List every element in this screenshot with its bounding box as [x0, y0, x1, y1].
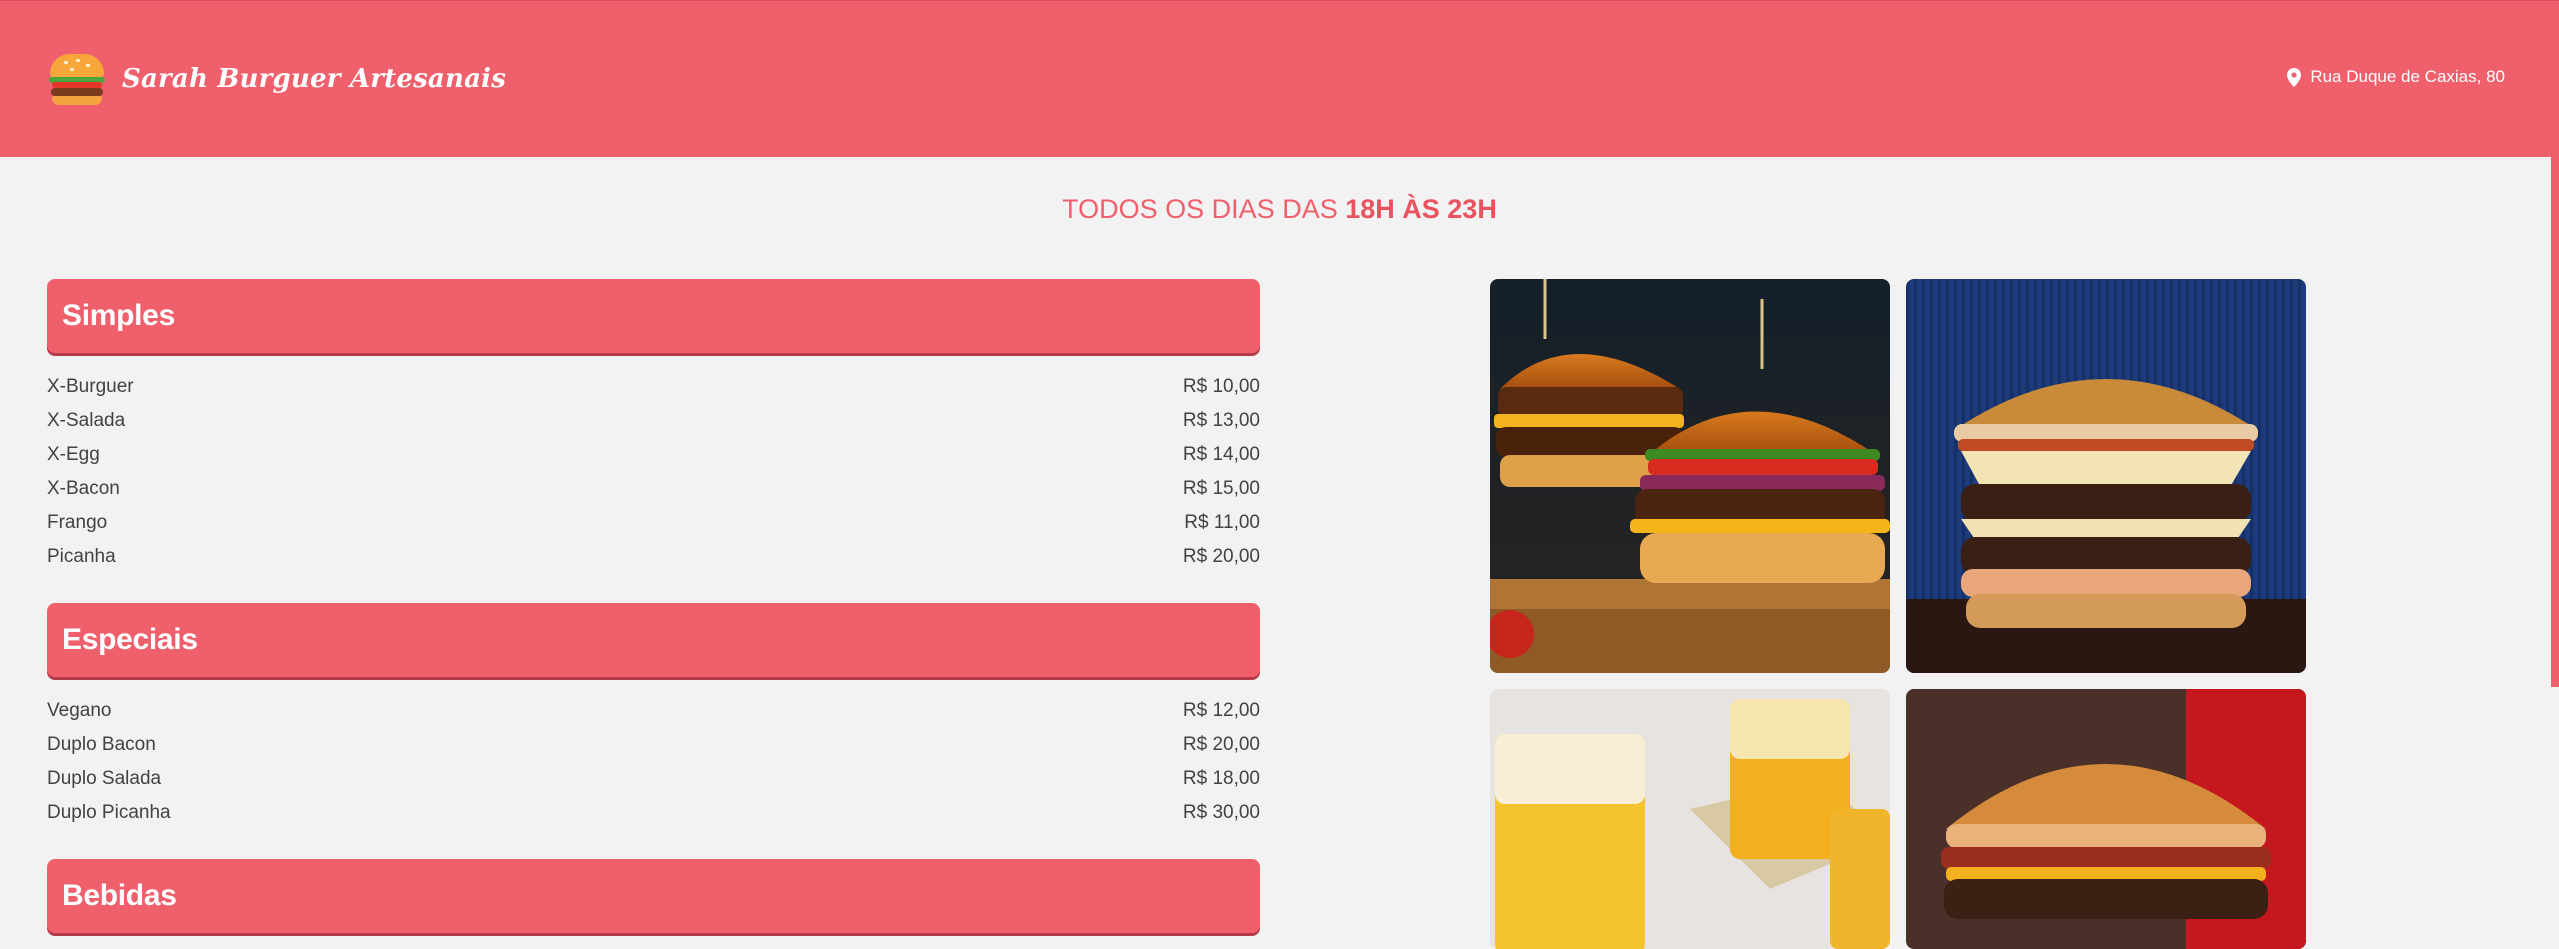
item-name: Vegano [47, 700, 112, 721]
map-pin-icon [2287, 67, 2302, 87]
burger-logo-icon [46, 51, 108, 107]
address-text: Rua Duque de Caxias, 80 [2310, 67, 2505, 86]
item-price: R$ 14,00 [1182, 444, 1260, 465]
photo-bacon-burger[interactable] [1906, 689, 2306, 949]
item-name: X-Salada [47, 410, 126, 431]
hours-prefix: TODOS OS DIAS DAS [1062, 194, 1338, 224]
item-price: R$ 20,00 [1182, 546, 1260, 567]
item-price: R$ 13,00 [1182, 410, 1260, 431]
menu-item: X-Salada R$ 13,00 [47, 404, 1260, 438]
category-title: Simples [62, 299, 175, 332]
brand-block[interactable]: Sarah Burguer Artesanais [46, 51, 506, 107]
item-price: R$ 20,00 [1182, 734, 1260, 755]
photo-double-cheeseburger[interactable] [1906, 279, 2306, 673]
item-name: Duplo Salada [47, 768, 162, 789]
item-name: X-Bacon [47, 478, 120, 499]
item-name: Duplo Picanha [47, 802, 171, 823]
photo-burgers-on-board[interactable] [1490, 279, 1890, 673]
hours-range: 18H ÀS 23H [1345, 194, 1497, 224]
opening-hours: TODOS OS DIAS DAS 18H ÀS 23H [0, 194, 2559, 225]
item-price: R$ 18,00 [1182, 768, 1260, 789]
menu-item: Duplo Salada R$ 18,00 [47, 762, 1260, 796]
item-name: Duplo Bacon [47, 734, 156, 755]
site-header: Sarah Burguer Artesanais Rua Duque de Ca… [0, 0, 2559, 157]
category-items-especiais: Vegano R$ 12,00 Duplo Bacon R$ 20,00 Duplo… [47, 694, 1260, 830]
item-name: X-Egg [47, 444, 100, 465]
category-title: Especiais [62, 623, 198, 656]
brand-name: Sarah Burguer Artesanais [122, 64, 507, 94]
item-price: R$ 12,00 [1182, 700, 1260, 721]
item-name: Picanha [47, 546, 116, 567]
item-price: R$ 10,00 [1182, 376, 1260, 397]
item-price: R$ 15,00 [1182, 478, 1260, 499]
menu: Simples X-Burguer R$ 10,00 X-Salada R$ 13,… [47, 279, 1260, 933]
category-header-especiais: Especiais [47, 603, 1260, 677]
photo-juice-glasses[interactable] [1490, 689, 1890, 949]
scrollbar-thumb[interactable] [2551, 157, 2559, 687]
category-items-simples: X-Burguer R$ 10,00 X-Salada R$ 13,00 X-Egg… [47, 370, 1260, 574]
menu-item: Frango R$ 11,00 [47, 506, 1260, 540]
menu-item: Vegano R$ 12,00 [47, 694, 1260, 728]
menu-item: Picanha R$ 20,00 [47, 540, 1260, 574]
category-header-bebidas: Bebidas [47, 859, 1260, 933]
menu-item: Duplo Bacon R$ 20,00 [47, 728, 1260, 762]
menu-item: X-Bacon R$ 15,00 [47, 472, 1260, 506]
menu-item: X-Egg R$ 14,00 [47, 438, 1260, 472]
category-title: Bebidas [62, 879, 177, 912]
address: Rua Duque de Caxias, 80 [2287, 67, 2505, 87]
category-header-simples: Simples [47, 279, 1260, 353]
menu-item: X-Burguer R$ 10,00 [47, 370, 1260, 404]
item-price: R$ 30,00 [1182, 802, 1260, 823]
item-name: Frango [47, 512, 108, 533]
item-price: R$ 11,00 [1184, 512, 1260, 533]
menu-item: Duplo Picanha R$ 30,00 [47, 796, 1260, 830]
item-name: X-Burguer [47, 376, 134, 397]
